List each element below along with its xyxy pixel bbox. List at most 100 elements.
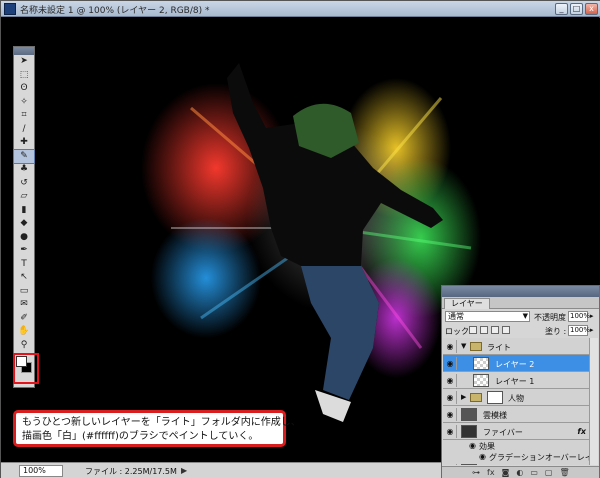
blur-tool-icon[interactable]: ◆ <box>14 217 34 231</box>
effect-eye-icon[interactable]: ◉ <box>479 452 486 461</box>
tool-list: ➤ ⬚ ʘ ✧ ⌗ ∕ ✚ ✎ ♣ ↺ ▱ ▮ ◆ ● ✒ T ↖ ▭ ✉ ✐ ✋ ⚲ <box>13 55 35 353</box>
shape-tool-icon[interactable]: ▭ <box>14 285 34 299</box>
visibility-eye-icon[interactable]: ◉ <box>444 391 457 404</box>
visibility-eye-icon[interactable]: ◉ <box>444 425 457 438</box>
lock-all-icon[interactable] <box>502 326 510 334</box>
hand-tool-icon[interactable]: ✋ <box>14 325 34 339</box>
layer-effect-row[interactable]: ◉ グラデーションオーバーレイ <box>443 451 590 462</box>
fill-field[interactable]: 100% <box>568 325 590 336</box>
lock-pixels-icon[interactable] <box>480 326 488 334</box>
dodge-tool-icon[interactable]: ● <box>14 231 34 245</box>
move-tool-icon[interactable]: ➤ <box>14 55 34 69</box>
path-selection-tool-icon[interactable]: ↖ <box>14 271 34 285</box>
healing-brush-tool-icon[interactable]: ✚ <box>14 136 34 150</box>
visibility-eye-icon[interactable]: ◉ <box>444 408 457 421</box>
notes-tool-icon[interactable]: ✉ <box>14 298 34 312</box>
photoshop-document-icon <box>4 3 16 15</box>
history-brush-tool-icon[interactable]: ↺ <box>14 177 34 191</box>
blend-opacity-row: 通常 ▼ 不透明度 : 100% ▸ <box>442 309 599 323</box>
layer-thumbnail[interactable] <box>461 425 477 438</box>
zoom-tool-icon[interactable]: ⚲ <box>14 339 34 353</box>
chevron-down-icon: ▼ <box>522 312 528 320</box>
layer-group-row[interactable]: ◉ ▶ 人物 <box>443 389 590 406</box>
document-title: 名称未設定 1 @ 100% (レイヤー 2, RGB/8) * <box>20 6 210 16</box>
visibility-eye-icon[interactable]: ◉ <box>444 340 457 353</box>
fill-label: 塗り : <box>545 327 567 336</box>
lock-position-icon[interactable] <box>491 326 499 334</box>
minimize-button[interactable]: _ <box>555 3 568 15</box>
lock-transparency-icon[interactable] <box>469 326 477 334</box>
chevron-right-icon[interactable]: ▶ <box>461 393 466 401</box>
effect-eye-icon[interactable]: ◉ <box>469 441 476 450</box>
add-mask-icon[interactable]: ◙ <box>502 468 510 477</box>
chevron-down-icon[interactable]: ▼ <box>461 342 466 350</box>
add-style-icon[interactable]: fx <box>487 468 495 477</box>
caption-line-1: もうひとつ新しいレイヤーを「ライト」フォルダ内に作成し、 <box>22 417 301 428</box>
close-button[interactable]: x <box>585 3 598 15</box>
slice-tool-icon[interactable]: ∕ <box>14 123 34 137</box>
blend-mode-value: 通常 <box>448 312 464 321</box>
eyedropper-tool-icon[interactable]: ✐ <box>14 312 34 326</box>
layers-panel-tabs: レイヤー <box>442 297 599 309</box>
zoom-level-field[interactable]: 100% <box>19 465 63 477</box>
layer-row[interactable]: ◉ 雲模様 <box>443 406 590 423</box>
visibility-eye-icon[interactable]: ◉ <box>444 464 457 465</box>
layer-thumbnail[interactable] <box>461 464 477 465</box>
layer-thumbnail[interactable] <box>473 357 489 370</box>
trash-icon[interactable]: 🗑 <box>559 468 569 477</box>
layers-panel-footer: ⊶ fx ◙ ◐ ▭ ▢ 🗑 <box>442 466 599 478</box>
layers-panel: レイヤー 通常 ▼ 不透明度 : 100% ▸ ロック : 塗り : 100% … <box>441 285 600 478</box>
photoshop-workspace: 名称未設定 1 @ 100% (レイヤー 2, RGB/8) * _ □ x 1… <box>0 0 600 478</box>
toolbox-grip[interactable] <box>14 47 34 55</box>
blend-mode-select[interactable]: 通常 ▼ <box>445 311 530 322</box>
type-tool-icon[interactable]: T <box>14 258 34 272</box>
brush-tool-icon[interactable]: ✎ <box>13 148 35 164</box>
magic-wand-tool-icon[interactable]: ✧ <box>14 96 34 110</box>
layer-row[interactable]: ◉背景 <box>443 462 590 465</box>
layer-row[interactable]: ◉ ファイバー fx <box>443 423 590 440</box>
layer-name: 人物 <box>508 394 524 403</box>
new-layer-icon[interactable]: ▢ <box>545 468 553 477</box>
layer-name: レイヤー 1 <box>495 377 535 386</box>
visibility-eye-icon[interactable]: ◉ <box>444 357 457 370</box>
tab-layers[interactable]: レイヤー <box>444 298 490 309</box>
tutorial-caption: もうひとつ新しいレイヤーを「ライト」フォルダ内に作成し、 描画色「白」(#fff… <box>13 410 301 447</box>
gradient-tool-icon[interactable]: ▮ <box>14 204 34 218</box>
layer-effects-header[interactable]: ◉ 効果 <box>443 440 590 451</box>
opacity-field[interactable]: 100% <box>568 311 590 322</box>
layer-row[interactable]: ◉ レイヤー 2 <box>443 355 590 372</box>
fill-slider-icon[interactable]: ▸ <box>590 326 594 334</box>
maximize-button[interactable]: □ <box>570 3 583 15</box>
layer-name: 雲模様 <box>483 411 507 420</box>
lock-fill-row: ロック : 塗り : 100% ▸ <box>442 323 599 337</box>
layer-mask-thumbnail[interactable] <box>487 391 503 404</box>
tools-panel: ➤ ⬚ ʘ ✧ ⌗ ∕ ✚ ✎ ♣ ↺ ▱ ▮ ◆ ● ✒ T ↖ ▭ ✉ ✐ ✋ ⚲ <box>13 46 39 388</box>
link-layers-icon[interactable]: ⊶ <box>472 468 480 477</box>
new-group-icon[interactable]: ▭ <box>530 468 538 477</box>
layer-style-icon[interactable]: fx <box>577 427 586 436</box>
foreground-color-swatch[interactable] <box>16 356 27 367</box>
marquee-tool-icon[interactable]: ⬚ <box>14 69 34 83</box>
layer-group-row[interactable]: ◉ ▼ ライト <box>443 338 590 355</box>
adjustment-layer-icon[interactable]: ◐ <box>516 468 523 477</box>
eraser-tool-icon[interactable]: ▱ <box>14 190 34 204</box>
crop-tool-icon[interactable]: ⌗ <box>14 109 34 123</box>
layer-thumbnail[interactable] <box>461 408 477 421</box>
layer-list-scrollbar[interactable] <box>589 338 598 465</box>
visibility-eye-icon[interactable]: ◉ <box>444 374 457 387</box>
folder-icon <box>470 342 482 351</box>
layer-thumbnail[interactable] <box>473 374 489 387</box>
layer-row[interactable]: ◉ レイヤー 1 <box>443 372 590 389</box>
pen-tool-icon[interactable]: ✒ <box>14 244 34 258</box>
layers-panel-header[interactable] <box>442 286 599 297</box>
document-size-info[interactable]: ファイル : 2.25M/17.5M <box>85 466 177 477</box>
layer-name: ファイバー <box>483 428 523 437</box>
opacity-label: 不透明度 : <box>534 313 572 322</box>
caption-line-2: 描画色「白」(#ffffff)のブラシでペイントしていく。 <box>22 431 259 442</box>
status-menu-arrow-icon[interactable]: ▶ <box>181 466 187 475</box>
folder-icon <box>470 393 482 402</box>
clone-stamp-tool-icon[interactable]: ♣ <box>14 163 34 177</box>
lasso-tool-icon[interactable]: ʘ <box>14 82 34 96</box>
document-title-bar[interactable]: 名称未設定 1 @ 100% (レイヤー 2, RGB/8) * _ □ x <box>1 1 600 17</box>
opacity-slider-icon[interactable]: ▸ <box>590 312 594 320</box>
